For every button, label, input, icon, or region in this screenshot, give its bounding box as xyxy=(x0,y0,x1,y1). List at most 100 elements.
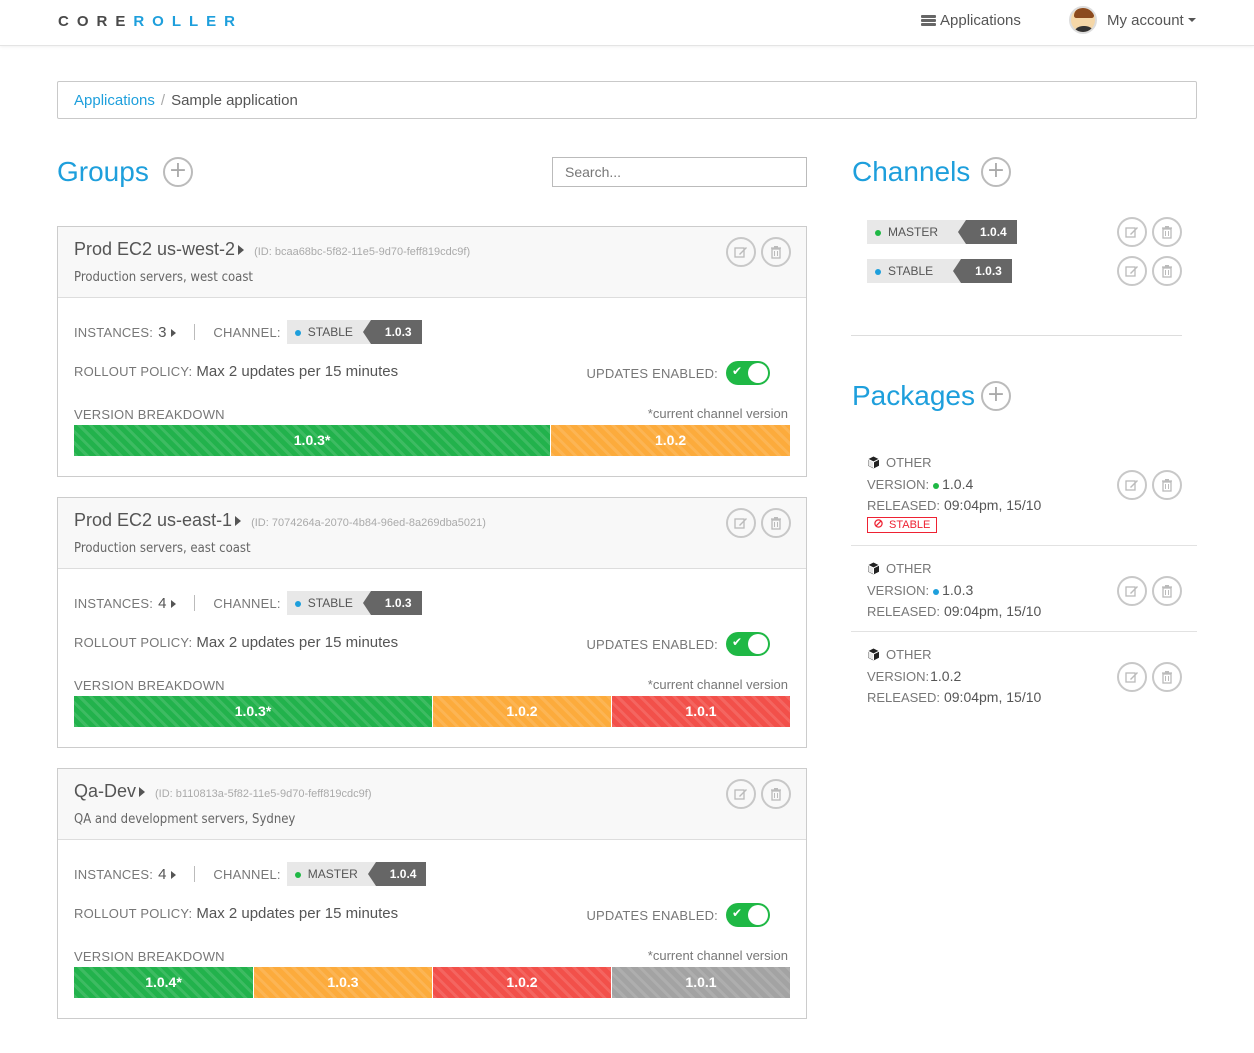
breadcrumb-separator: / xyxy=(160,92,166,109)
channel-label: CHANNEL: xyxy=(213,866,281,882)
instances-row: INSTANCES: 4 CHANNEL: STABLE 1.0.3 xyxy=(74,591,422,615)
divider xyxy=(194,324,196,340)
add-group-button[interactable]: + xyxy=(163,157,193,187)
version-segment[interactable]: 1.0.3* xyxy=(74,696,432,727)
instances-count-link[interactable]: 3 xyxy=(158,323,177,341)
edit-channel-button[interactable] xyxy=(1117,256,1147,286)
updates-enabled-row: UPDATES ENABLED: xyxy=(586,361,770,385)
package-divider xyxy=(851,631,1197,632)
delete-package-button[interactable] xyxy=(1152,470,1182,500)
instances-count-link[interactable]: 4 xyxy=(158,866,177,883)
version-segment[interactable]: 1.0.3 xyxy=(253,967,432,998)
rollout-policy-label: ROLLOUT POLICY: xyxy=(74,635,193,650)
package-version: 1.0.3 xyxy=(942,582,974,598)
delete-channel-button[interactable] xyxy=(1152,256,1182,286)
channel-dot-icon xyxy=(294,871,301,878)
edit-package-button[interactable] xyxy=(1117,576,1147,606)
updates-enabled-toggle[interactable] xyxy=(726,632,770,656)
package-released-row: RELEASED: 09:04pm, 15/10 xyxy=(851,689,1197,705)
ban-icon xyxy=(874,519,883,531)
channel-name: STABLE xyxy=(888,264,934,278)
my-account-dropdown[interactable]: My account xyxy=(1069,6,1196,34)
caret-right-icon xyxy=(235,516,242,527)
rollout-policy-value: Max 2 updates per 15 minutes xyxy=(196,905,399,922)
packages-title: Packages xyxy=(852,380,975,411)
group-body: INSTANCES: 4 CHANNEL: MASTER 1.0.4 ROLLOUT PO… xyxy=(58,840,806,1018)
updates-enabled-toggle[interactable] xyxy=(726,903,770,927)
instances-row: INSTANCES: 4 CHANNEL: MASTER 1.0.4 xyxy=(74,862,427,886)
add-package-button[interactable]: + xyxy=(981,381,1011,411)
logo-roller-text: ROLLER xyxy=(133,13,244,30)
version-segment[interactable]: 1.0.1 xyxy=(611,967,790,998)
group-description: Production servers, east coast xyxy=(74,541,251,556)
coreroller-logo[interactable]: COREROLLER xyxy=(58,13,243,30)
channel-item: STABLE 1.0.3 xyxy=(867,256,1182,286)
current-channel-version-note: *current channel version xyxy=(647,677,788,692)
channel-label: CHANNEL: xyxy=(213,324,281,340)
rollout-policy-row: ROLLOUT POLICY: Max 2 updates per 15 minu… xyxy=(74,905,398,922)
channel-tag: MASTER 1.0.4 xyxy=(867,220,1017,244)
delete-group-button[interactable] xyxy=(761,237,791,267)
channel-version: 1.0.3 xyxy=(362,591,422,615)
my-account-label: My account xyxy=(1107,11,1184,29)
channel-name: STABLE xyxy=(307,325,353,339)
group-card: Qa-Dev (ID: b110813a-5f82-11e5-9d70-feff8… xyxy=(57,768,807,1019)
version-segment[interactable]: 1.0.1 xyxy=(611,696,790,727)
edit-package-button[interactable] xyxy=(1117,470,1147,500)
package-type-row: OTHER xyxy=(851,455,1197,470)
delete-channel-button[interactable] xyxy=(1152,217,1182,247)
instances-label: INSTANCES: xyxy=(74,866,154,882)
breadcrumb-applications-link[interactable]: Applications xyxy=(74,92,155,109)
channel-label: CHANNEL: xyxy=(213,595,281,611)
channel-tag-name: STABLE xyxy=(867,259,962,283)
version-segment[interactable]: 1.0.2 xyxy=(550,425,790,456)
channel-version: 1.0.4 xyxy=(958,220,1017,244)
package-version: 1.0.4 xyxy=(942,476,974,492)
delete-package-button[interactable] xyxy=(1152,662,1182,692)
delete-group-button[interactable] xyxy=(761,508,791,538)
updates-enabled-label: UPDATES ENABLED: xyxy=(586,365,718,381)
package-type: OTHER xyxy=(886,647,932,662)
channel-version: 1.0.3 xyxy=(362,320,422,344)
delete-group-button[interactable] xyxy=(761,779,791,809)
version-segment[interactable]: 1.0.4* xyxy=(74,967,253,998)
rollout-policy-row: ROLLOUT POLICY: Max 2 updates per 15 minu… xyxy=(74,634,398,651)
updates-enabled-toggle[interactable] xyxy=(726,361,770,385)
channel-version: 1.0.4 xyxy=(367,862,427,886)
channel-dot-icon xyxy=(294,600,301,607)
nav-applications-link[interactable]: Applications xyxy=(921,12,1021,29)
add-channel-button[interactable]: + xyxy=(981,157,1011,187)
channel-name: MASTER xyxy=(888,225,939,239)
version-segment[interactable]: 1.0.2 xyxy=(432,696,611,727)
edit-package-button[interactable] xyxy=(1117,662,1147,692)
channel-dot-icon xyxy=(294,329,301,336)
instances-count-link[interactable]: 4 xyxy=(158,595,177,612)
edit-group-button[interactable] xyxy=(726,237,756,267)
group-header: Prod EC2 us-west-2 (ID: bcaa68bc-5f82-11e… xyxy=(58,227,806,298)
top-navbar: COREROLLER Applications My account xyxy=(0,0,1254,46)
instances-count: 3 xyxy=(158,323,167,341)
group-name-link[interactable]: Qa-Dev xyxy=(74,781,146,802)
delete-package-button[interactable] xyxy=(1152,576,1182,606)
edit-group-button[interactable] xyxy=(726,779,756,809)
package-released-row: RELEASED: 09:04pm, 15/10 xyxy=(851,497,1197,513)
caret-right-icon xyxy=(171,599,177,608)
current-channel-version-note: *current channel version xyxy=(647,406,788,421)
rollout-policy-row: ROLLOUT POLICY: Max 2 updates per 15 minu… xyxy=(74,363,398,380)
divider xyxy=(194,595,196,611)
version-segment[interactable]: 1.0.3* xyxy=(74,425,551,456)
group-card: Prod EC2 us-west-2 (ID: bcaa68bc-5f82-11e… xyxy=(57,226,807,477)
logo-core-text: CORE xyxy=(58,13,134,30)
edit-group-button[interactable] xyxy=(726,508,756,538)
package-released: 09:04pm, 15/10 xyxy=(943,689,1042,705)
groups-search-input[interactable] xyxy=(552,157,807,187)
channel-dot-icon xyxy=(875,229,881,236)
updates-enabled-row: UPDATES ENABLED: xyxy=(586,632,770,656)
edit-channel-button[interactable] xyxy=(1117,217,1147,247)
group-body: INSTANCES: 4 CHANNEL: STABLE 1.0.3 ROLLOUT PO… xyxy=(58,569,806,747)
group-name-link[interactable]: Prod EC2 us-east-1 xyxy=(74,510,242,531)
version-segment[interactable]: 1.0.2 xyxy=(432,967,611,998)
group-description: Production servers, west coast xyxy=(74,270,254,285)
current-channel-version-note: *current channel version xyxy=(647,948,788,963)
group-name-link[interactable]: Prod EC2 us-west-2 xyxy=(74,239,245,260)
